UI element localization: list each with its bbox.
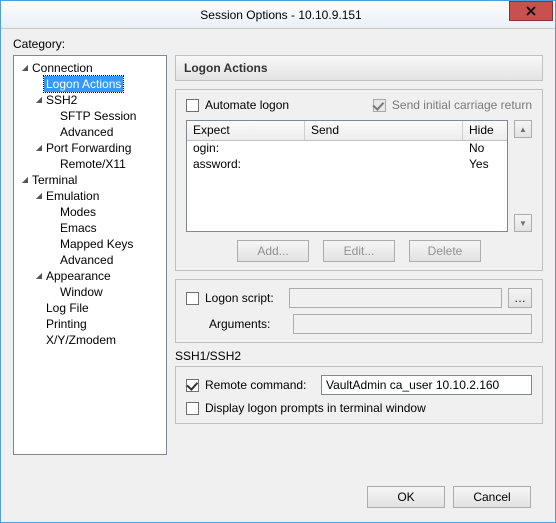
tree-item[interactable]: ◢Connection xyxy=(16,60,164,76)
tree-item-label: Emulation xyxy=(44,188,101,204)
tree-item-label: Port Forwarding xyxy=(44,140,133,156)
tree-item-label: Connection xyxy=(30,60,95,76)
close-button[interactable] xyxy=(509,1,553,21)
expand-arrow-icon[interactable]: ◢ xyxy=(20,60,30,76)
send-initial-label: Send initial carriage return xyxy=(392,98,532,112)
send-initial-checkbox xyxy=(373,99,386,112)
cell-expect: ogin: xyxy=(187,141,305,157)
edit-button[interactable]: Edit... xyxy=(323,240,395,262)
add-button[interactable]: Add... xyxy=(237,240,309,262)
table-body: ogin: No assword: Yes xyxy=(187,141,507,173)
tree-item[interactable]: ◢Appearance xyxy=(16,268,164,284)
tree-item-label: Mapped Keys xyxy=(58,236,135,252)
cell-send xyxy=(305,157,463,173)
tree-item[interactable]: ▶Emacs xyxy=(16,220,164,236)
logon-script-label: Logon script: xyxy=(205,291,283,305)
tree-item[interactable]: ▶Advanced xyxy=(16,124,164,140)
tree-item[interactable]: ◢Port Forwarding xyxy=(16,140,164,156)
display-prompts-checkbox[interactable] xyxy=(186,402,199,415)
tree-item[interactable]: ▶Mapped Keys xyxy=(16,236,164,252)
expand-arrow-icon[interactable]: ◢ xyxy=(34,140,44,156)
tree-item-label: Printing xyxy=(44,316,89,332)
tree-item[interactable]: ▶Logon Actions xyxy=(16,76,164,92)
logon-script-group: Logon script: … Arguments: xyxy=(175,279,543,343)
tree-item[interactable]: ◢Emulation xyxy=(16,188,164,204)
category-tree[interactable]: ◢Connection▶Logon Actions◢SSH2▶SFTP Sess… xyxy=(13,55,167,455)
ssh-section-title: SSH1/SSH2 xyxy=(175,349,543,363)
window-title: Session Options - 10.10.9.151 xyxy=(53,8,509,22)
session-options-window: Session Options - 10.10.9.151 Category: … xyxy=(0,0,556,523)
display-prompts-label: Display logon prompts in terminal window xyxy=(205,401,426,415)
close-icon xyxy=(526,6,536,16)
cell-expect: assword: xyxy=(187,157,305,173)
tree-item-label: Emacs xyxy=(58,220,99,236)
cell-send xyxy=(305,141,463,157)
expand-arrow-icon[interactable]: ◢ xyxy=(34,268,44,284)
expect-send-table[interactable]: Expect Send Hide ogin: No assword: Yes xyxy=(186,120,508,232)
remote-command-checkbox[interactable] xyxy=(186,379,199,392)
logon-script-checkbox[interactable] xyxy=(186,292,199,305)
right-pane: Logon Actions Automate logon Send initia… xyxy=(175,55,543,478)
remote-command-field[interactable]: VaultAdmin ca_user 10.10.2.160 xyxy=(321,375,532,395)
tree-item-label: Remote/X11 xyxy=(58,156,128,172)
ellipsis-icon: … xyxy=(514,291,526,305)
tree-item[interactable]: ▶Remote/X11 xyxy=(16,156,164,172)
tree-item[interactable]: ▶Modes xyxy=(16,204,164,220)
expand-arrow-icon[interactable]: ◢ xyxy=(20,172,30,188)
remote-command-label: Remote command: xyxy=(205,378,315,392)
browse-script-button[interactable]: … xyxy=(508,288,532,308)
arguments-label: Arguments: xyxy=(209,317,287,331)
expand-arrow-icon[interactable]: ◢ xyxy=(34,188,44,204)
tree-item[interactable]: ◢Terminal xyxy=(16,172,164,188)
tree-item-label: SSH2 xyxy=(44,92,79,108)
reorder-buttons: ▲ ▼ xyxy=(514,120,532,232)
cell-hide: No xyxy=(463,141,507,157)
tree-item-label: Modes xyxy=(58,204,98,220)
tree-item-label: Terminal xyxy=(30,172,79,188)
tree-item[interactable]: ▶Log File xyxy=(16,300,164,316)
col-send[interactable]: Send xyxy=(305,121,463,140)
tree-item[interactable]: ▶Window xyxy=(16,284,164,300)
col-expect[interactable]: Expect xyxy=(187,121,305,140)
tree-item-label: Log File xyxy=(44,300,91,316)
ssh-group: Remote command: VaultAdmin ca_user 10.10… xyxy=(175,366,543,424)
tree-item-label: Advanced xyxy=(58,252,115,268)
tree-item-label: Advanced xyxy=(58,124,115,140)
tree-item[interactable]: ◢SSH2 xyxy=(16,92,164,108)
tree-item-label: X/Y/Zmodem xyxy=(44,332,118,348)
tree-item-label: Appearance xyxy=(44,268,113,284)
tree-item-label: Window xyxy=(58,284,105,300)
move-down-button[interactable]: ▼ xyxy=(514,214,532,232)
col-hide[interactable]: Hide xyxy=(463,121,507,140)
dialog-footer: OK Cancel xyxy=(13,478,543,512)
ok-button[interactable]: OK xyxy=(367,486,445,508)
tree-item-label: Logon Actions xyxy=(44,76,123,92)
automate-logon-checkbox[interactable] xyxy=(186,99,199,112)
arguments-field xyxy=(293,314,532,334)
cancel-button[interactable]: Cancel xyxy=(453,486,531,508)
automate-group: Automate logon Send initial carriage ret… xyxy=(175,89,543,271)
tree-item-label: SFTP Session xyxy=(58,108,138,124)
table-header: Expect Send Hide xyxy=(187,121,507,141)
table-row[interactable]: ogin: No xyxy=(187,141,507,157)
pane-title: Logon Actions xyxy=(175,55,543,81)
automate-logon-label: Automate logon xyxy=(205,98,289,112)
category-label: Category: xyxy=(13,37,543,51)
cell-hide: Yes xyxy=(463,157,507,173)
move-up-button[interactable]: ▲ xyxy=(514,120,532,138)
delete-button[interactable]: Delete xyxy=(409,240,481,262)
tree-item[interactable]: ▶X/Y/Zmodem xyxy=(16,332,164,348)
tree-item[interactable]: ▶Advanced xyxy=(16,252,164,268)
table-row[interactable]: assword: Yes xyxy=(187,157,507,173)
tree-item[interactable]: ▶Printing xyxy=(16,316,164,332)
logon-script-field xyxy=(289,288,502,308)
tree-item[interactable]: ▶SFTP Session xyxy=(16,108,164,124)
titlebar: Session Options - 10.10.9.151 xyxy=(1,1,555,29)
expand-arrow-icon[interactable]: ◢ xyxy=(34,92,44,108)
